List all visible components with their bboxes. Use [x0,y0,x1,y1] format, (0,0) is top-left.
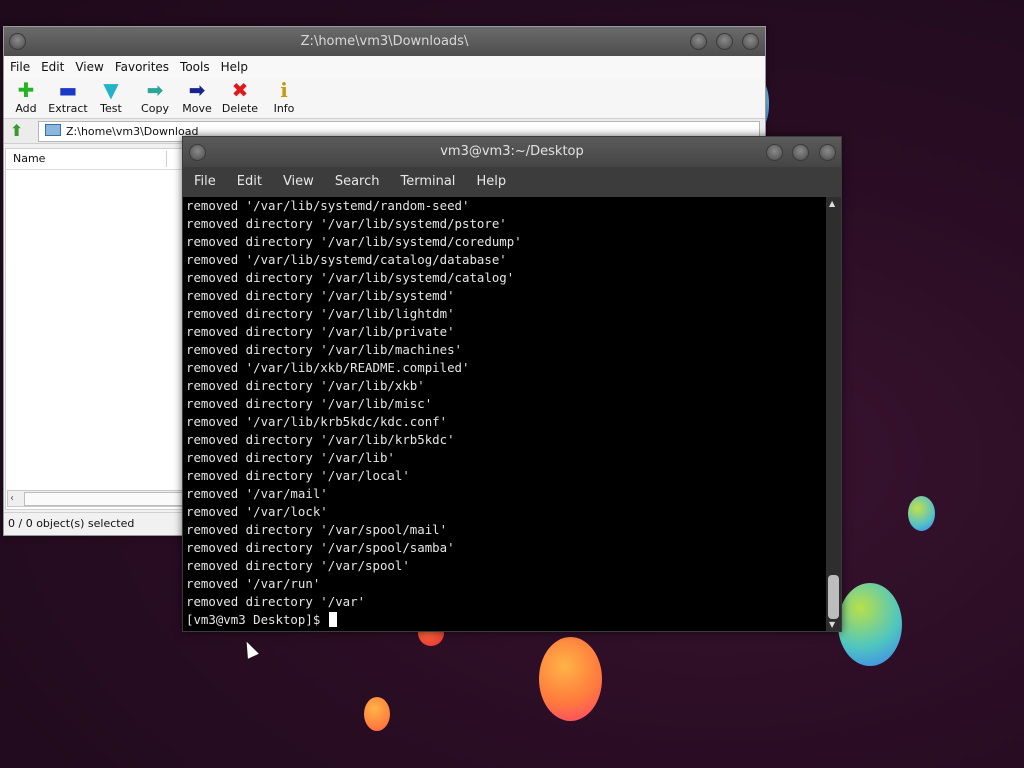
add-label: Add [15,102,37,115]
menu-terminal[interactable]: Terminal [400,167,455,197]
archiver-titlebar[interactable]: Z:\home\vm3\Downloads\ [4,27,765,56]
terminal-line: removed directory '/var/spool/samba' [186,540,455,555]
menu-view[interactable]: View [283,167,314,197]
scroll-up-icon[interactable]: ▲ [829,199,835,208]
delete-button[interactable]: ✖ Delete [218,78,262,115]
maximize-icon[interactable] [792,144,809,161]
move-arrow-icon: ➡ [188,78,206,102]
minimize-icon[interactable] [766,144,783,161]
terminal-line: removed directory '/var/lib/misc' [186,396,433,411]
archiver-menubar: File Edit View Favorites Tools Help [4,56,765,78]
address-text: Z:\home\vm3\Download [66,125,199,138]
horizontal-scrollbar[interactable]: ‹ [7,490,187,507]
terminal-line: removed directory '/var/lib/systemd' [186,288,455,303]
window-menu-icon[interactable] [9,33,26,50]
desktop-bubble [364,697,390,731]
terminal-line: removed directory '/var/lib/xkb' [186,378,425,393]
window-menu-icon[interactable] [189,144,206,161]
menu-tools[interactable]: Tools [174,56,215,74]
folder-icon [45,124,61,136]
menu-help[interactable]: Help [215,56,253,74]
maximize-icon[interactable] [716,33,733,50]
menu-favorites[interactable]: Favorites [109,56,174,74]
terminal-line: removed '/var/lib/krb5kdc/kdc.conf' [186,414,448,429]
terminal-line: removed directory '/var/lib/private' [186,324,455,339]
desktop-bubble [539,637,602,721]
desktop-bubble [838,583,902,666]
test-button[interactable]: ▼ Test [89,78,133,115]
terminal-menubar: File Edit View Search Terminal Help [183,167,841,197]
menu-file[interactable]: File [194,167,216,197]
info-button[interactable]: i Info [262,78,306,115]
terminal-line: removed directory '/var/spool/mail' [186,522,448,537]
menu-file[interactable]: File [4,56,35,74]
delete-x-icon: ✖ [231,78,249,102]
scrollbar-thumb[interactable] [828,575,839,619]
minimize-icon[interactable] [690,33,707,50]
close-icon[interactable] [742,33,759,50]
terminal-line: removed '/var/run' [186,576,321,591]
terminal-line: removed '/var/lib/systemd/catalog/databa… [186,252,507,267]
terminal-line: removed '/var/mail' [186,486,328,501]
menu-edit[interactable]: Edit [35,56,69,74]
terminal-line: removed directory '/var/lib/systemd/core… [186,234,522,249]
terminal-window: vm3@vm3:~/Desktop File Edit View Search Term… [182,136,842,632]
terminal-line: removed '/var/lib/xkb/README.compiled' [186,360,470,375]
vertical-scrollbar[interactable]: ▲ ▼ [826,197,841,631]
terminal-line: removed directory '/var' [186,594,366,609]
extract-label: Extract [48,102,88,115]
close-icon[interactable] [819,144,836,161]
scroll-down-icon[interactable]: ▼ [829,620,835,629]
move-label: Move [182,102,212,115]
terminal-line: removed '/var/lib/systemd/random-seed' [186,198,470,213]
scrollbar-thumb[interactable] [24,492,184,506]
copy-label: Copy [141,102,169,115]
terminal-line: removed directory '/var/lib/krb5kdc' [186,432,455,447]
up-arrow-icon[interactable]: ⬆ [10,122,28,140]
terminal-output[interactable]: removed '/var/lib/systemd/random-seed' r… [183,197,826,631]
move-button[interactable]: ➡ Move [175,78,219,115]
terminal-line: removed '/var/lock' [186,504,328,519]
plus-icon: ✚ [17,78,35,102]
check-arrow-icon: ▼ [103,78,119,102]
column-separator[interactable] [166,151,167,167]
info-icon: i [280,78,288,102]
terminal-prompt-line[interactable]: [vm3@vm3 Desktop]$ [183,611,826,629]
terminal-titlebar[interactable]: vm3@vm3:~/Desktop [183,137,841,167]
info-label: Info [273,102,295,115]
archiver-title: Z:\home\vm3\Downloads\ [300,34,469,49]
test-label: Test [100,102,122,115]
menu-help[interactable]: Help [476,167,506,197]
copy-arrow-icon: ➡ [146,78,164,102]
add-button[interactable]: ✚ Add [4,78,48,115]
mouse-pointer-icon [241,639,259,659]
terminal-line: removed directory '/var/lib' [186,450,395,465]
terminal-line: removed directory '/var/lib/machines' [186,342,463,357]
delete-label: Delete [221,102,259,115]
menu-edit[interactable]: Edit [237,167,262,197]
archiver-toolbar: ✚ Add ▬ Extract ▼ Test ➡ Copy ➡ Move ✖ D… [4,78,765,119]
copy-button[interactable]: ➡ Copy [133,78,177,115]
text-cursor [328,612,337,627]
desktop-bubble [908,496,935,531]
terminal-line: removed directory '/var/lib/systemd/psto… [186,216,507,231]
terminal-line: removed directory '/var/spool' [186,558,410,573]
terminal-line: removed directory '/var/lib/systemd/cata… [186,270,515,285]
scroll-left-icon[interactable]: ‹ [10,491,14,506]
terminal-title: vm3@vm3:~/Desktop [440,144,584,159]
terminal-line: removed directory '/var/local' [186,468,410,483]
terminal-line: removed directory '/var/lib/lightdm' [186,306,455,321]
column-name-label: Name [13,152,46,165]
file-list[interactable]: Name [5,148,185,510]
minus-icon: ▬ [58,78,78,102]
column-header-name[interactable]: Name [6,149,184,170]
menu-view[interactable]: View [69,56,108,74]
extract-button[interactable]: ▬ Extract [46,78,90,115]
shell-prompt: [vm3@vm3 Desktop]$ [186,612,328,627]
menu-search[interactable]: Search [335,167,380,197]
